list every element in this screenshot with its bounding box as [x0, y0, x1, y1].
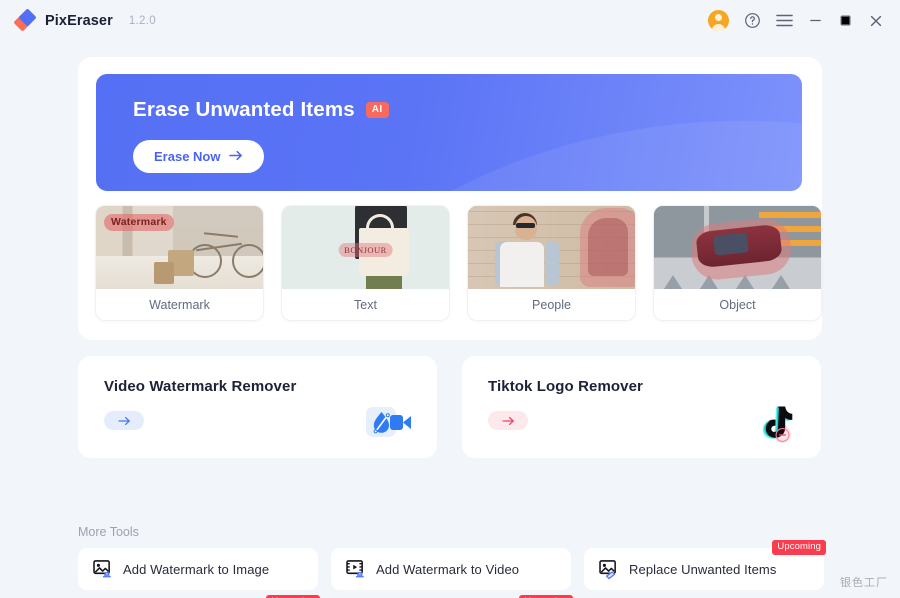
- video-watermark-remover-card[interactable]: Video Watermark Remover: [78, 356, 437, 458]
- droplet-video-camera-icon: [365, 402, 413, 442]
- user-avatar-icon[interactable]: [708, 10, 729, 31]
- app-version: 1.2.0: [128, 14, 156, 27]
- window-controls: [708, 10, 884, 31]
- tool-card-replace-unwanted-items[interactable]: Replace Unwanted Items Upcoming: [584, 540, 826, 590]
- hamburger-menu-icon[interactable]: [776, 13, 793, 28]
- image-replace-icon: [598, 558, 620, 580]
- bonjour-overlay-tag: BONJOUR: [338, 243, 393, 257]
- tiktok-arrow-button[interactable]: [488, 411, 528, 430]
- app-title: PixEraser: [45, 12, 113, 29]
- arrow-right-icon: [229, 150, 243, 164]
- erase-now-label: Erase Now: [154, 149, 221, 164]
- thumb-label: Text: [354, 297, 377, 312]
- ai-badge: AI: [365, 102, 389, 118]
- more-tools-title: More Tools: [78, 525, 139, 539]
- minimize-icon[interactable]: [808, 13, 823, 28]
- title-bar: PixEraser 1.2.0: [0, 0, 900, 41]
- watermark-overlay-tag: Watermark: [104, 214, 174, 231]
- thumb-label: Object: [719, 297, 756, 312]
- tool-label: Add Watermark to Video: [376, 561, 520, 577]
- thumb-label: People: [532, 297, 571, 312]
- bicycle-photo: Watermark: [96, 206, 263, 289]
- primary-panel: Erase Unwanted Items AI Erase Now Waterm…: [78, 57, 822, 340]
- image-stamp-icon: [92, 558, 114, 580]
- thumb-card-people[interactable]: People: [468, 206, 635, 320]
- tiktok-logo-remover-card[interactable]: Tiktok Logo Remover: [462, 356, 821, 458]
- main-content: Erase Unwanted Items AI Erase Now Waterm…: [0, 41, 900, 598]
- film-stamp-icon: [345, 558, 367, 580]
- tool-card-add-watermark-to-video[interactable]: Add Watermark to Video: [331, 548, 571, 590]
- upcoming-badge: Upcoming: [772, 540, 826, 555]
- hero-title: Erase Unwanted Items: [133, 98, 355, 121]
- feature-cards: Video Watermark Remover Tiktok Logo Remo…: [78, 356, 821, 458]
- close-icon[interactable]: [868, 13, 884, 29]
- feature-title: Tiktok Logo Remover: [488, 378, 643, 395]
- corner-watermark: 银色工厂: [840, 577, 888, 589]
- tiktok-logo-icon: [749, 402, 797, 443]
- thumb-card-watermark[interactable]: Watermark Watermark: [96, 206, 263, 320]
- maximize-icon[interactable]: [838, 13, 853, 28]
- diamond-logo-icon: [13, 7, 37, 32]
- tool-card-add-watermark-to-image[interactable]: Add Watermark to Image: [78, 548, 318, 590]
- arrow-right-icon: [501, 416, 515, 426]
- more-tools-grid: Add Watermark to Image Add Watermark to …: [78, 540, 826, 598]
- hero-banner[interactable]: Erase Unwanted Items AI Erase Now: [96, 74, 802, 191]
- help-circle-icon[interactable]: [744, 12, 761, 29]
- thumb-card-object[interactable]: Object: [654, 206, 821, 320]
- category-thumbnails: Watermark Watermark BONJOUR Text People …: [96, 206, 821, 320]
- arrow-right-icon: [117, 416, 131, 426]
- app-brand: PixEraser 1.2.0: [13, 7, 156, 32]
- erase-now-button[interactable]: Erase Now: [133, 140, 265, 173]
- feature-title: Video Watermark Remover: [104, 378, 297, 395]
- red-car-photo: [654, 206, 821, 289]
- tote-bag-photo: BONJOUR: [282, 206, 449, 289]
- video-watermark-arrow-button[interactable]: [104, 411, 144, 430]
- tool-label: Add Watermark to Image: [123, 561, 270, 577]
- thumb-card-text[interactable]: BONJOUR Text: [282, 206, 449, 320]
- man-with-jacket-photo: [468, 206, 635, 289]
- tool-label: Replace Unwanted Items: [629, 561, 777, 577]
- thumb-label: Watermark: [149, 297, 210, 312]
